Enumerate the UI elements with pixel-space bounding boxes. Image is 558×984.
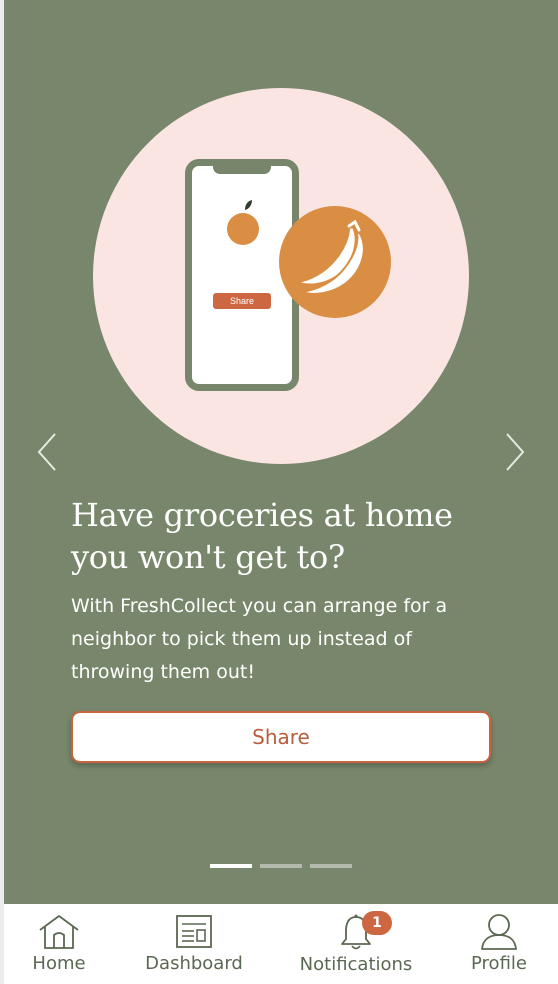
tab-notifications[interactable]: 1 Notifications [294, 904, 418, 984]
dashboard-icon [176, 915, 212, 948]
chevron-right-icon[interactable] [501, 430, 529, 474]
notification-badge: 1 [362, 911, 392, 935]
home-icon [39, 915, 79, 949]
phone-share-button: Share [213, 293, 271, 309]
carousel-pagination [210, 864, 358, 868]
orange-icon [227, 200, 259, 245]
onboarding-carousel[interactable]: Share Have groceries at home you won't ge… [4, 0, 558, 904]
slide-title-line-2: you won't get to? [71, 538, 345, 576]
tab-dashboard-label: Dashboard [145, 953, 243, 974]
tab-profile-label: Profile [471, 953, 527, 974]
tab-home[interactable]: Home [19, 904, 99, 984]
phone-notch [213, 165, 271, 174]
share-button[interactable]: Share [71, 711, 491, 763]
pagination-dot-3[interactable] [310, 864, 352, 868]
tab-home-label: Home [32, 953, 86, 974]
slide-title-line-1: Have groceries at home [71, 496, 453, 534]
pagination-dot-2[interactable] [260, 864, 302, 868]
bottom-tab-bar: Home Dashboard 1 Notifications Profile [4, 904, 558, 984]
profile-icon [481, 914, 517, 950]
slide-title: Have groceries at home you won't get to? [71, 494, 501, 578]
tab-dashboard[interactable]: Dashboard [134, 904, 254, 984]
tab-notifications-label: Notifications [299, 954, 413, 975]
slide-description: With FreshCollect you can arrange for a … [71, 595, 448, 683]
pagination-dot-1[interactable] [210, 864, 252, 868]
banana-icon [279, 206, 391, 318]
tab-profile[interactable]: Profile [459, 904, 539, 984]
chevron-left-icon[interactable] [33, 430, 61, 474]
